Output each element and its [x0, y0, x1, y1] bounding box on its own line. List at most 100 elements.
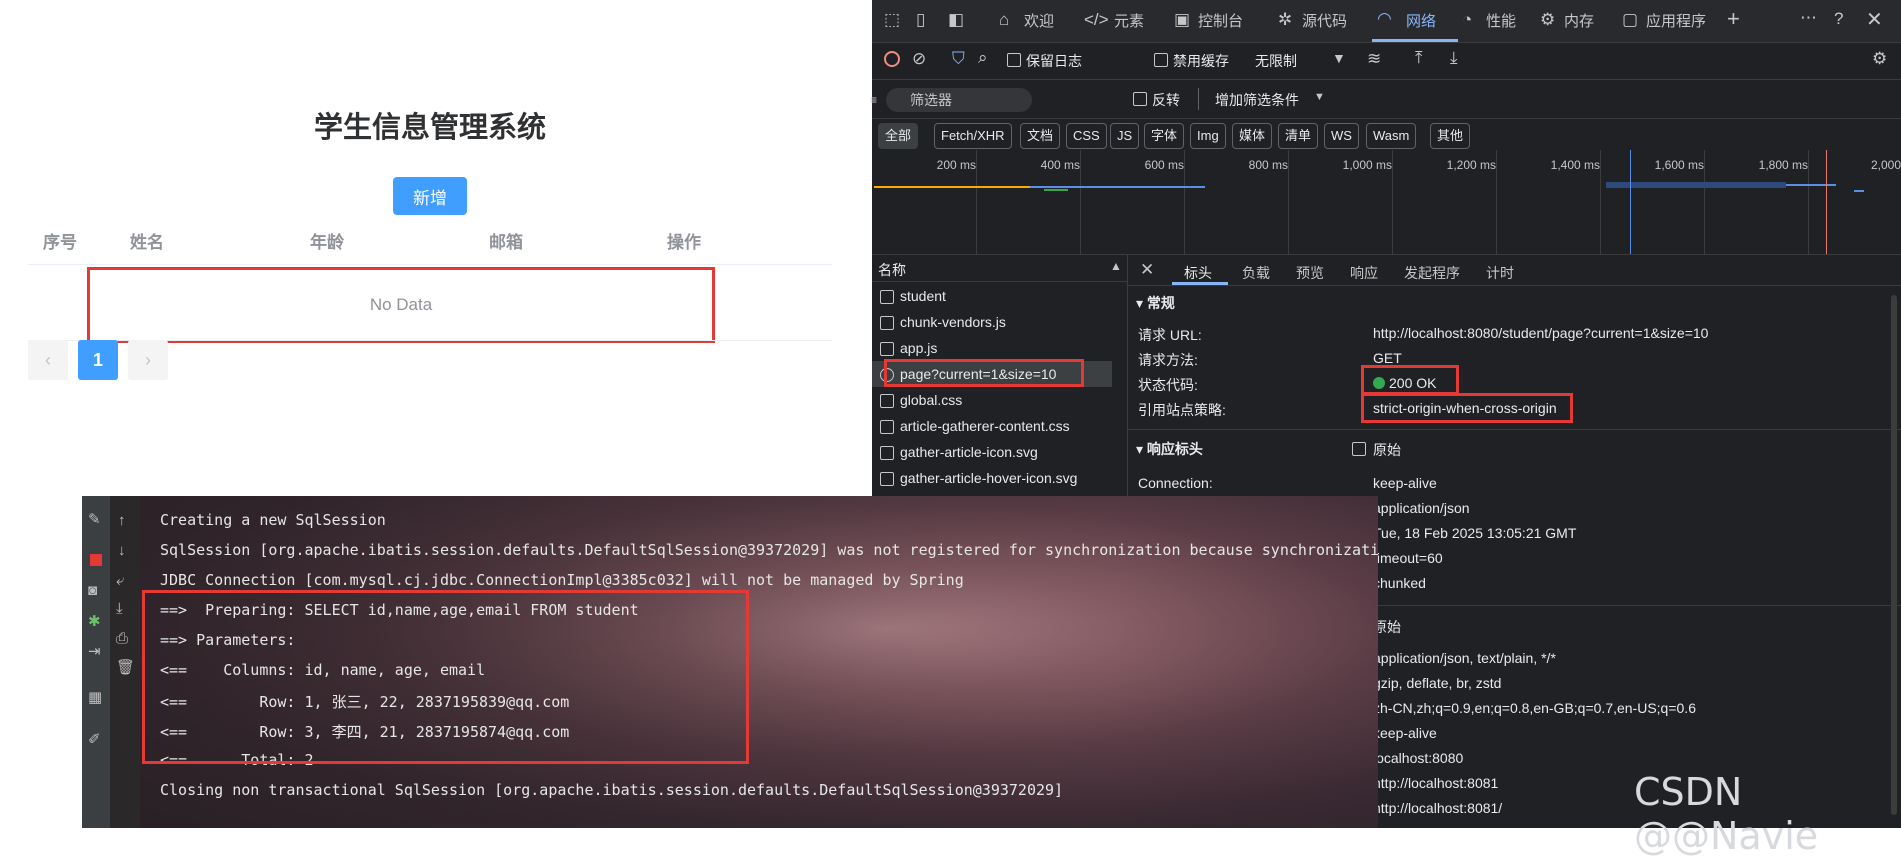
response-headers-title: 响应标头 [1146, 441, 1203, 457]
chevron-down-icon[interactable]: ▼ [1332, 50, 1346, 66]
tab-application[interactable]: 应用程序 [1646, 10, 1706, 31]
tab-initiator[interactable]: 发起程序 [1404, 263, 1460, 283]
tab-response[interactable]: 响应 [1350, 263, 1378, 283]
disable-cache-label: 禁用缓存 [1173, 53, 1229, 69]
request-name: article-gatherer-content.css [900, 418, 1070, 434]
tab-network[interactable]: 网络 [1406, 10, 1436, 31]
inspect-icon[interactable]: ⬚ [884, 10, 900, 30]
clear-icon[interactable]: ⊘ [912, 49, 926, 69]
tab-performance[interactable]: 性能 [1486, 10, 1516, 31]
tab-timing[interactable]: 计时 [1486, 263, 1514, 283]
timeline-tick: 1,200 ms [1446, 158, 1496, 172]
pagination-prev-button[interactable]: ‹ [28, 340, 68, 380]
add-tab-icon[interactable]: + [1727, 6, 1740, 32]
invert-checkbox[interactable] [1133, 92, 1147, 106]
more-icon[interactable]: ⋯ [1800, 8, 1817, 28]
timeline-bar [1854, 190, 1864, 192]
tab-preview[interactable]: 预览 [1296, 263, 1324, 283]
disable-cache-checkbox[interactable] [1154, 53, 1168, 67]
close-icon[interactable]: ✕ [1866, 7, 1883, 32]
dock-icon[interactable]: ◧ [948, 10, 964, 30]
network-timeline-overview[interactable]: 200 ms 400 ms 600 ms 800 ms 1,000 ms 1,2… [872, 150, 1901, 255]
tab-console[interactable]: 控制台 [1198, 10, 1243, 31]
camera-icon[interactable]: ◙ [88, 582, 97, 599]
column-header-age: 年龄 [310, 233, 344, 253]
timeline-marker-load [1826, 150, 1827, 254]
general-section-toggle[interactable]: ▾ 常规 [1136, 293, 1175, 313]
section-divider [1128, 429, 1901, 430]
request-row[interactable]: gather-article-hover-icon.svg [872, 465, 1112, 491]
settings-gear-icon[interactable]: ⚙ [1872, 49, 1887, 69]
soft-wrap-icon[interactable]: ⤶ [116, 572, 124, 589]
ide-console: ✎ ◙ ✱ ⇥ ▦ ✐ ↑ ↓ ⤶ ⤓ ⎙ 🗑 Creating a new S… [82, 496, 1378, 828]
export-icon[interactable]: ⤓ [1450, 48, 1458, 68]
tab-payload[interactable]: 负载 [1242, 263, 1270, 283]
type-filter-js[interactable]: JS [1110, 123, 1140, 149]
raw-headers-checkbox[interactable] [1352, 442, 1366, 456]
pin-icon[interactable]: ✐ [88, 730, 101, 748]
type-filter-other[interactable]: 其他 [1430, 123, 1471, 149]
type-filter-ws[interactable]: WS [1324, 123, 1359, 149]
request-row[interactable]: global.css [872, 387, 1112, 413]
layout-icon[interactable]: ▦ [88, 688, 102, 706]
request-row[interactable]: student [872, 283, 1112, 309]
print-icon[interactable]: ⎙ [116, 630, 128, 647]
request-row[interactable]: gather-article-icon.svg [872, 439, 1112, 465]
pagination-next-button[interactable]: › [128, 340, 168, 380]
scroll-up-icon[interactable]: ↑ [118, 512, 126, 529]
wrench-icon[interactable]: ✎ [88, 510, 101, 528]
request-row[interactable]: app.js [872, 335, 1112, 361]
image-icon [880, 446, 894, 461]
debug-icon[interactable]: ✱ [88, 612, 101, 630]
close-detail-icon[interactable]: ✕ [1140, 260, 1154, 280]
request-name: chunk-vendors.js [900, 314, 1006, 330]
stop-icon[interactable] [90, 554, 102, 566]
type-filter-fetch-xhr[interactable]: Fetch/XHR [934, 123, 1012, 149]
tab-sources[interactable]: 源代码 [1302, 10, 1347, 31]
preserve-log-checkbox[interactable] [1007, 53, 1021, 67]
type-filter-css[interactable]: CSS [1066, 123, 1107, 149]
request-row[interactable]: article-gatherer-content.css [872, 413, 1112, 439]
response-header-value: keep-alive [1373, 475, 1437, 491]
import-icon[interactable]: ⤒ [1415, 48, 1423, 68]
type-filter-img[interactable]: Img [1190, 123, 1226, 149]
pagination-page-1[interactable]: 1 [78, 340, 118, 380]
type-filter-font[interactable]: 字体 [1144, 123, 1185, 149]
type-filter-all[interactable]: 全部 [878, 123, 919, 149]
help-icon[interactable]: ? [1834, 9, 1843, 29]
scroll-to-end-icon[interactable]: ⤓ [116, 600, 123, 617]
add-student-button[interactable]: 新增 [393, 177, 467, 215]
type-filter-manifest[interactable]: 清单 [1278, 123, 1319, 149]
network-conditions-icon[interactable]: ≋ [1367, 49, 1381, 69]
timeline-tick: 800 ms [1248, 158, 1288, 172]
response-headers-toggle[interactable]: ▾ 响应标头 [1136, 439, 1203, 459]
tab-elements[interactable]: 元素 [1114, 10, 1144, 31]
tab-headers[interactable]: 标头 [1184, 263, 1212, 283]
name-column-header[interactable]: 名称 [878, 260, 906, 280]
filter-divider [1198, 88, 1199, 110]
filter-input[interactable]: ≡ 筛选器 [870, 88, 1032, 112]
type-filter-wasm[interactable]: Wasm [1366, 123, 1417, 149]
record-icon[interactable] [884, 51, 900, 67]
console-line: SqlSession [org.apache.ibatis.session.de… [160, 541, 1378, 559]
device-toggle-icon[interactable]: ▯ [916, 10, 925, 30]
throttle-select[interactable]: 无限制 [1255, 51, 1297, 71]
search-icon[interactable]: ⌕ [978, 48, 988, 68]
tab-memory[interactable]: 内存 [1564, 10, 1594, 31]
raw-headers-label: 原始 [1373, 442, 1401, 458]
more-filters-dropdown[interactable]: 增加筛选条件 [1215, 90, 1299, 110]
login-icon[interactable]: ⇥ [88, 642, 101, 660]
type-filter-doc[interactable]: 文档 [1020, 123, 1061, 149]
highlight-box [884, 359, 1084, 387]
tab-welcome[interactable]: 欢迎 [1024, 10, 1054, 31]
trash-icon[interactable]: 🗑 [116, 658, 135, 676]
scroll-down-icon[interactable]: ↓ [118, 542, 126, 559]
request-name: app.js [900, 340, 938, 356]
request-row[interactable]: chunk-vendors.js [872, 309, 1112, 335]
scroll-up-icon[interactable]: ▲ [1110, 259, 1122, 273]
document-icon [880, 290, 894, 305]
type-filter-media[interactable]: 媒体 [1232, 123, 1273, 149]
request-header-value: localhost:8080 [1373, 750, 1464, 766]
filter-icon[interactable]: ⛉ [952, 49, 965, 69]
detail-scrollbar[interactable] [1891, 295, 1897, 815]
